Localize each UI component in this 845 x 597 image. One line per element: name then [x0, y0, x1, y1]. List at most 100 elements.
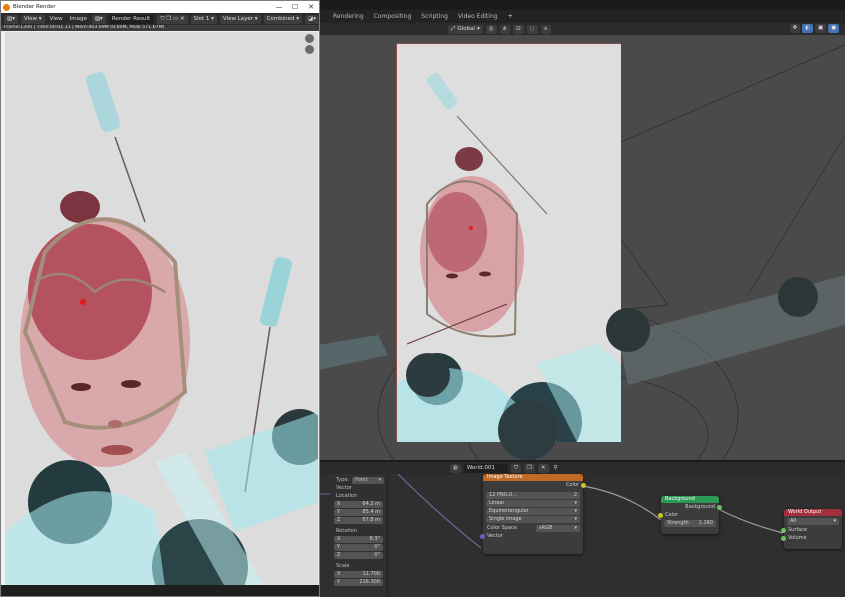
- view-mode-label: View: [23, 15, 38, 22]
- proportional-edit-toggle[interactable]: ◌: [526, 24, 538, 34]
- location-z-field[interactable]: Z 87.8 m: [334, 517, 383, 524]
- add-workspace-button[interactable]: +: [503, 10, 518, 23]
- maximize-button[interactable]: ☐: [287, 3, 303, 11]
- vector-input-socket[interactable]: [480, 533, 485, 539]
- world-output-node-title: World Output: [784, 509, 842, 516]
- rotation-y-field[interactable]: Y 0°: [334, 544, 383, 551]
- slot-dropdown[interactable]: Slot 1 ▾: [190, 14, 217, 24]
- interpolation-dropdown[interactable]: Linear ▾: [486, 500, 580, 507]
- image-name-field[interactable]: Render Result: [108, 14, 155, 24]
- overlay-toggle[interactable]: ◐: [802, 24, 813, 33]
- render-window-titlebar[interactable]: Blender Render — ☐ ✕: [1, 1, 319, 13]
- world-browse-button[interactable]: ◍: [450, 463, 461, 473]
- world-name: World.001: [466, 464, 495, 471]
- zoom-icon[interactable]: [305, 34, 314, 43]
- render-result-canvas[interactable]: [5, 32, 318, 587]
- duplicate-world-button[interactable]: ❐: [523, 463, 535, 473]
- source-value: Single Image: [489, 516, 522, 522]
- pivot-point-dropdown[interactable]: ◎: [485, 24, 497, 34]
- tab-rendering[interactable]: Rendering: [328, 10, 369, 23]
- world-name-field[interactable]: World.001: [463, 463, 508, 473]
- render-result-image: [5, 32, 318, 587]
- chevron-down-icon: ▾: [574, 524, 577, 531]
- pan-hand-icon[interactable]: [305, 45, 314, 54]
- minimize-button[interactable]: —: [271, 3, 287, 11]
- render-pass-dropdown[interactable]: Combined ▾: [263, 14, 303, 24]
- scale-y-value: 216.300: [359, 579, 380, 585]
- image-selector[interactable]: 12 PNG.0... 2: [486, 492, 580, 499]
- volume-input-label: Volume: [788, 535, 807, 541]
- image-browse-button[interactable]: ▨▾: [91, 14, 106, 24]
- tab-scripting[interactable]: Scripting: [416, 10, 453, 23]
- render-info-bar: Frame:1200 | Time:00:01.11 | Mem:403.69M…: [1, 25, 319, 31]
- snap-toggle[interactable]: ⋔: [499, 24, 511, 34]
- projection-dropdown[interactable]: Equirectangular ▾: [486, 508, 580, 515]
- image-name: Render Result: [111, 15, 151, 22]
- axis-z-label: Z: [337, 552, 341, 558]
- scale-y-field[interactable]: Y 216.300: [334, 579, 383, 586]
- background-output-socket[interactable]: [717, 504, 722, 510]
- scale-x-value: 11.700: [362, 571, 381, 577]
- render-window-title: Blender Render: [13, 4, 56, 10]
- scale-x-field[interactable]: X 11.700: [334, 571, 383, 578]
- location-x-field[interactable]: X 64.2 m: [334, 501, 383, 508]
- projection-value: Equirectangular: [489, 508, 529, 514]
- menu-image[interactable]: Image: [68, 16, 89, 22]
- unlink-world-button[interactable]: ✕: [537, 463, 549, 473]
- strength-value: 1.160: [698, 520, 713, 526]
- viewport-gizmo-toggle[interactable]: ✥: [789, 24, 801, 33]
- rotation-z-field[interactable]: Z 0°: [334, 552, 383, 559]
- chevron-down-icon: ▾: [378, 476, 381, 483]
- background-color-label: Color: [665, 512, 679, 518]
- image-editor-icon: ▧▾: [7, 15, 15, 22]
- workspace-tabs: Rendering Compositing Scripting Video Ed…: [318, 10, 845, 23]
- color-space-dropdown[interactable]: sRGB ▾: [536, 524, 580, 532]
- world-output-node[interactable]: World Output All ▾ Surface Volume: [781, 509, 842, 549]
- xray-toggle[interactable]: ▣: [814, 24, 827, 33]
- volume-input-socket[interactable]: [781, 535, 786, 541]
- falloff-dropdown[interactable]: ∧: [540, 24, 551, 34]
- shading-solid-button[interactable]: ●: [828, 24, 839, 33]
- view-layer-dropdown[interactable]: View Layer ▾: [219, 14, 261, 24]
- type-dropdown[interactable]: Point ▾: [352, 476, 384, 484]
- tab-video-editing[interactable]: Video Editing: [453, 10, 503, 23]
- color-output-socket[interactable]: [581, 482, 586, 488]
- fake-user-button[interactable]: ⛉: [510, 463, 521, 473]
- close-window-button[interactable]: ✕: [303, 3, 319, 11]
- render-image-controls[interactable]: ⛉ ❐ ▭ ✕: [157, 14, 188, 24]
- surface-input-socket[interactable]: [781, 527, 786, 533]
- color-space-value: sRGB: [539, 524, 553, 531]
- output-color-label: Color: [565, 482, 579, 488]
- render-window: Blender Render — ☐ ✕ ▧▾ View ▾ View Imag…: [0, 0, 320, 597]
- strength-field[interactable]: Strength 1.160: [664, 520, 716, 527]
- transform-orientation-dropdown[interactable]: ⤢ Global ▾: [448, 24, 483, 34]
- tab-compositing[interactable]: Compositing: [369, 10, 417, 23]
- output-target-dropdown[interactable]: All ▾: [787, 518, 839, 525]
- scene-right-arm: [318, 275, 845, 460]
- rotation-x-field[interactable]: X 8.3°: [334, 536, 383, 543]
- image-texture-node[interactable]: Image Texture Color 12 PNG.0... 2 Linear…: [480, 474, 586, 554]
- view-mode-dropdown[interactable]: View ▾: [20, 14, 45, 24]
- menu-view[interactable]: View: [48, 16, 65, 22]
- snap-target-dropdown[interactable]: ⊡: [513, 24, 524, 34]
- location-label: Location: [336, 493, 358, 499]
- editor-type-dropdown[interactable]: ▧▾: [4, 14, 18, 24]
- axis-x-label: X: [337, 571, 341, 577]
- location-y-field[interactable]: Y 85.4 m: [334, 509, 383, 516]
- view-layer-value: View Layer: [222, 15, 254, 22]
- chevron-down-icon: ▾: [476, 25, 480, 32]
- chevron-down-icon: ▾: [574, 516, 577, 522]
- type-row: Type: Point ▾: [330, 476, 387, 484]
- background-color-row: Color: [658, 511, 719, 519]
- background-node[interactable]: Background Background Color Strength 1.1…: [658, 496, 722, 534]
- node-editor[interactable]: Image Texture Color 12 PNG.0... 2 Linear…: [318, 474, 845, 597]
- location-y-value: 85.4 m: [362, 509, 380, 515]
- display-channels-button[interactable]: ◪▾: [305, 14, 319, 24]
- type-label: Type:: [336, 477, 350, 483]
- pin-icon[interactable]: ⚲: [552, 465, 560, 471]
- source-dropdown[interactable]: Single Image ▾: [486, 516, 580, 523]
- close-icon: ✕: [540, 464, 546, 471]
- color-input-socket[interactable]: [658, 512, 663, 518]
- channels-icon: ◪▾: [308, 15, 316, 22]
- 3d-viewport[interactable]: [318, 35, 845, 460]
